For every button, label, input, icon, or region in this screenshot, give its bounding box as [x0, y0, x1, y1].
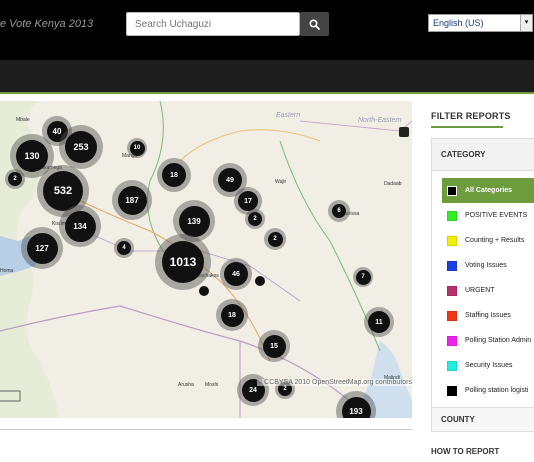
filter-sidebar: FILTER REPORTS CATEGORY All Categories P…	[431, 101, 534, 462]
cluster-count: 17	[238, 191, 258, 211]
report-cluster[interactable]: 253	[59, 125, 103, 169]
report-cluster[interactable]: 2	[245, 209, 265, 229]
category-swatch	[447, 310, 457, 321]
region-label: Eastern	[276, 112, 301, 119]
town-label: Arusha	[178, 382, 194, 388]
cluster-count: 134	[64, 210, 96, 242]
category-label: POSITIVE EVENTS	[465, 212, 528, 219]
category-swatch	[447, 335, 457, 346]
category-swatch	[447, 210, 457, 221]
report-cluster[interactable]: 134	[59, 205, 101, 247]
reports-map[interactable]: Eastern North-Eastern Mbale Kakamega Kis…	[0, 101, 412, 418]
cluster-count: 1013	[162, 241, 204, 283]
category-label: All Categories	[465, 187, 513, 194]
category-label: Polling station logisti	[465, 387, 529, 394]
cluster-count: 2	[248, 212, 262, 226]
main-nav-bar	[0, 60, 534, 94]
category-label: Counting + Results	[465, 237, 525, 244]
cluster-count: 11	[368, 311, 390, 333]
category-label: URGENT	[465, 287, 495, 294]
cluster-count: 2	[8, 172, 22, 186]
cluster-count: 18	[220, 303, 244, 327]
site-header: e Vote Kenya 2013 English (US) ▾	[0, 0, 534, 60]
category-polling-station-logistics[interactable]: Polling station logisti	[432, 378, 534, 403]
language-select-value: English (US)	[433, 18, 484, 28]
filter-reports-title: FILTER REPORTS	[431, 111, 511, 121]
category-label: Polling Station Admin	[465, 337, 532, 344]
category-polling-station-admin[interactable]: Polling Station Admin	[432, 328, 534, 353]
category-swatch	[447, 185, 457, 196]
search-input[interactable]	[127, 13, 299, 35]
region-label: North-Eastern	[358, 117, 402, 124]
search-icon	[309, 18, 320, 30]
cluster-count: 130	[16, 140, 48, 172]
report-cluster[interactable]: 15	[258, 330, 290, 362]
cluster-count: 127	[26, 232, 58, 264]
category-all[interactable]: All Categories	[442, 178, 534, 203]
language-select[interactable]: English (US) ▾	[428, 14, 533, 32]
report-cluster[interactable]: 1013	[155, 234, 211, 290]
cluster-count: 193	[341, 396, 371, 418]
category-header[interactable]: CATEGORY	[432, 139, 534, 171]
category-swatch	[447, 385, 457, 396]
category-swatch	[447, 235, 457, 246]
cluster-count: 46	[224, 262, 248, 286]
title-underline	[431, 126, 503, 128]
category-swatch	[447, 360, 457, 371]
report-cluster[interactable]: 2	[5, 169, 25, 189]
cluster-count: 49	[218, 168, 242, 192]
report-cluster[interactable]: 4	[114, 238, 134, 258]
search-button[interactable]	[300, 12, 329, 36]
chevron-down-icon: ▾	[520, 15, 532, 31]
report-cluster[interactable]: 10	[127, 138, 147, 158]
layer-switcher-button[interactable]	[399, 127, 409, 137]
category-urgent[interactable]: URGENT	[432, 278, 534, 303]
map-footer-bar	[0, 418, 412, 430]
category-label: Voting Issues	[465, 262, 507, 269]
cluster-count: 139	[178, 205, 210, 237]
category-voting-issues[interactable]: Voting Issues	[432, 253, 534, 278]
how-to-report-title[interactable]: HOW TO REPORT	[431, 447, 499, 456]
report-cluster[interactable]: 7	[353, 267, 373, 287]
cluster-count: 10	[129, 140, 145, 156]
category-swatch	[447, 260, 457, 271]
report-cluster[interactable]: 187	[112, 180, 152, 220]
category-security-issues[interactable]: Security Issues	[432, 353, 534, 378]
cluster-count: 4	[117, 241, 131, 255]
cluster-count: 6	[332, 204, 346, 218]
category-positive-events[interactable]: POSITIVE EVENTS	[432, 203, 534, 228]
town-label: Homa	[0, 268, 14, 274]
map-attribution: © CCBYSA 2010 OpenStreetMap.org contribu…	[257, 379, 412, 386]
report-cluster[interactable]: 2	[264, 228, 286, 250]
category-label: Security Issues	[465, 362, 513, 369]
report-cluster[interactable]: 46	[220, 258, 252, 290]
town-label: Mbale	[16, 117, 30, 123]
report-cluster[interactable]: 6	[328, 200, 350, 222]
category-panel: CATEGORY All Categories POSITIVE EVENTS …	[431, 138, 534, 408]
cluster-count: 15	[262, 334, 286, 358]
cluster-count: 187	[117, 185, 147, 215]
report-cluster[interactable]: 11	[364, 307, 394, 337]
report-cluster[interactable]: 18	[216, 299, 248, 331]
category-swatch	[447, 285, 457, 296]
report-marker[interactable]	[255, 276, 265, 286]
category-counting-results[interactable]: Counting + Results	[432, 228, 534, 253]
town-label: Dadaab	[384, 181, 402, 187]
report-cluster[interactable]: 18	[157, 158, 191, 192]
town-label: Moshi	[205, 382, 219, 388]
cluster-count: 18	[162, 163, 186, 187]
category-label: Staffing Issues	[465, 312, 511, 319]
town-label: Wajir	[275, 179, 287, 185]
cluster-count: 253	[65, 131, 97, 163]
report-marker[interactable]	[199, 286, 209, 296]
report-cluster[interactable]: 127	[21, 227, 63, 269]
search-box[interactable]	[126, 12, 300, 36]
county-header[interactable]: COUNTY	[431, 408, 534, 432]
cluster-count: 7	[355, 269, 371, 285]
cluster-count: 2	[267, 231, 283, 247]
site-title[interactable]: e Vote Kenya 2013	[0, 18, 93, 30]
category-staffing-issues[interactable]: Staffing Issues	[432, 303, 534, 328]
